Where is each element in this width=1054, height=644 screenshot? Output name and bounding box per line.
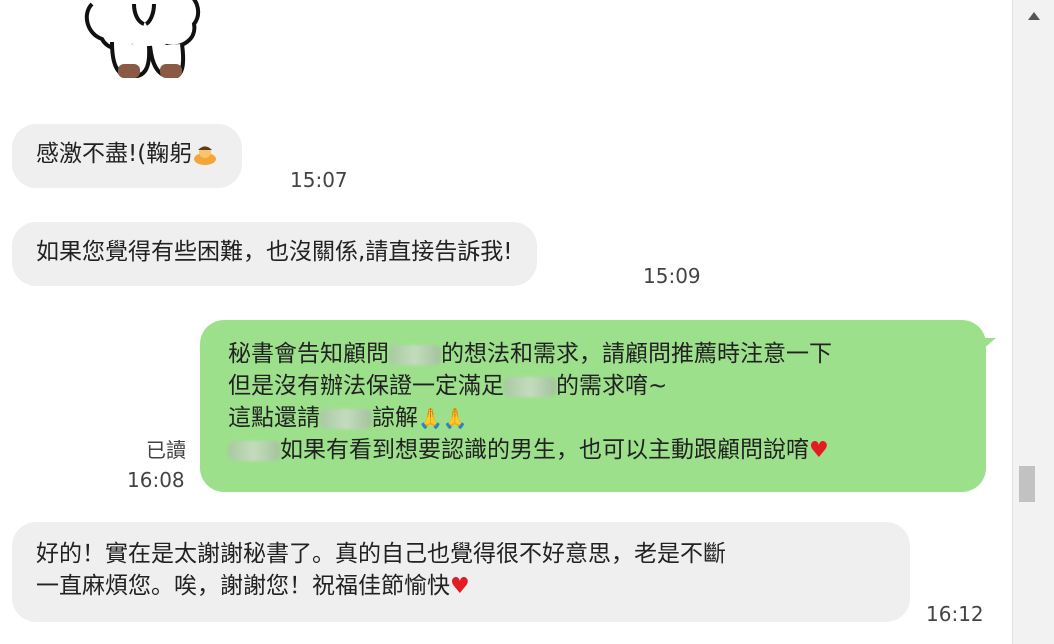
message-line: 但是沒有辦法保證一定滿足 的需求唷~	[228, 370, 958, 402]
chat-area: 感激不盡!(鞠躬 15:07 如果您覺得有些困難，也沒關係,請直接告訴我! 15…	[0, 0, 1010, 644]
message-time: 15:07	[290, 168, 348, 192]
sheep-sticker-icon	[84, 0, 201, 78]
message-text: 的想法和需求，請顧問推薦時注意一下	[441, 341, 832, 367]
message-text: 的需求唷~	[556, 373, 668, 399]
message-text: 好的！實在是太謝謝秘書了。真的自己也覺得很不好意思，老是不斷	[36, 541, 726, 567]
message-line: 這點還請 諒解🙏🙏	[228, 402, 958, 434]
message-text: 感激不盡!(鞠躬	[36, 141, 193, 167]
scroll-up-arrow-icon[interactable]	[1028, 12, 1040, 20]
message-text: 如果有看到想要認識的男生，也可以主動跟顧問說唷	[280, 437, 809, 463]
heart-icon: ♥	[450, 574, 470, 599]
message-text: 一直麻煩您。唉，謝謝您！祝福佳節愉快	[36, 573, 450, 599]
message-text: 這點還請	[228, 405, 320, 431]
heart-icon: ♥	[809, 438, 829, 463]
praying-hands-icon: 🙏🙏	[418, 406, 468, 430]
message-line: 秘書會告知顧問 的想法和需求，請顧問推薦時注意一下	[228, 338, 958, 370]
message-bubble-incoming: 感激不盡!(鞠躬	[12, 124, 243, 188]
message-bubble-incoming: 好的！實在是太謝謝秘書了。真的自己也覺得很不好意思，老是不斷 一直麻煩您。唉，謝…	[12, 522, 910, 622]
redacted-name	[320, 408, 372, 429]
message-time: 16:12	[926, 602, 984, 626]
redacted-name	[228, 440, 280, 461]
bowing-emoji-icon	[194, 145, 217, 165]
redacted-name	[389, 344, 441, 365]
message-line: 一直麻煩您。唉，謝謝您！祝福佳節愉快♥	[36, 570, 886, 603]
message-time: 15:09	[643, 264, 701, 288]
scrollbar-thumb[interactable]	[1019, 466, 1035, 502]
message-bubble-incoming: 如果您覺得有些困難，也沒關係,請直接告訴我!	[12, 222, 537, 286]
message-time: 16:08	[127, 468, 185, 492]
bubble-tail	[982, 338, 996, 350]
redacted-name	[504, 376, 556, 397]
scrollbar[interactable]	[1012, 0, 1054, 644]
message-text: 秘書會告知顧問	[228, 341, 389, 367]
message-text: 如果您覺得有些困難，也沒關係,請直接告訴我!	[36, 239, 513, 265]
message-line: 如果有看到想要認識的男生，也可以主動跟顧問說唷♥	[228, 434, 958, 467]
message-text: 但是沒有辦法保證一定滿足	[228, 373, 504, 399]
read-receipt: 已讀	[146, 438, 186, 462]
message-text: 諒解	[372, 405, 418, 431]
message-bubble-outgoing: 秘書會告知顧問 的想法和需求，請顧問推薦時注意一下 但是沒有辦法保證一定滿足 的需求…	[200, 320, 986, 492]
